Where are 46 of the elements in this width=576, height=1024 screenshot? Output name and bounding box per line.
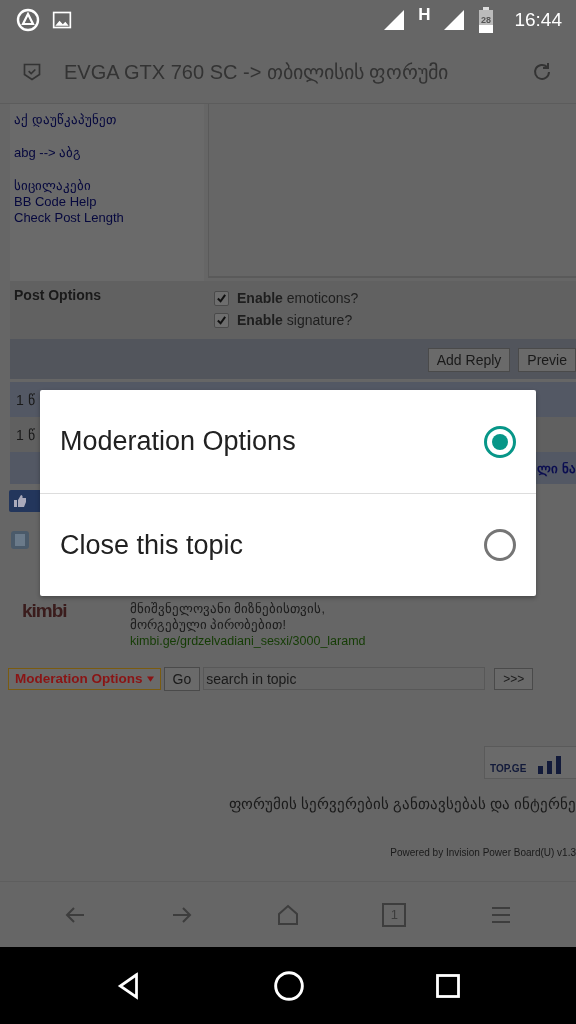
checkbox-label: Enable emoticons?: [237, 290, 359, 306]
powered-by-text: Powered by Invision Power Board(U) v1.3: [390, 847, 576, 858]
battery-level: 28: [481, 15, 492, 25]
home-icon[interactable]: [273, 969, 305, 1002]
calculator-icon: [10, 530, 30, 550]
row-text: ლი ნა: [537, 460, 576, 476]
ad-text: მნიშვნელოვანი მიზნებისთვის,: [130, 601, 326, 617]
app-icon: [16, 8, 40, 32]
network-type: H: [418, 5, 431, 25]
caret-icon: [146, 675, 154, 682]
thumbs-up-icon: [13, 494, 27, 508]
side-link[interactable]: BB Code Help: [14, 194, 200, 210]
checkbox[interactable]: [214, 312, 229, 328]
ad-text: მორგებული პირობებით!: [130, 617, 287, 633]
image-icon: [52, 10, 72, 30]
signal-icon: [382, 8, 407, 32]
options-label: Post Options: [13, 286, 103, 305]
side-link[interactable]: abg --> აბგ: [14, 145, 200, 161]
row-text: 1 წ: [16, 426, 35, 443]
next-button[interactable]: >>>: [494, 667, 534, 690]
form-button[interactable]: Add Reply: [427, 348, 511, 372]
clock: 16:44: [514, 9, 562, 31]
moderation-select[interactable]: Moderation Options: [8, 667, 161, 690]
side-link[interactable]: Check Post Length: [14, 210, 200, 226]
form-button[interactable]: Previe: [518, 348, 576, 372]
counter-badge[interactable]: TOP.GE: [484, 746, 576, 779]
radio-button[interactable]: [484, 529, 516, 561]
checkbox-label: Enable signature?: [237, 312, 353, 328]
option-label: Close this topic: [60, 529, 244, 561]
kimbi-logo: kimbi: [22, 601, 68, 621]
row-text: 1 წ: [16, 391, 35, 408]
search-field[interactable]: search in topic: [203, 667, 486, 690]
signal-icon: [442, 8, 467, 32]
radio-button[interactable]: [484, 425, 516, 458]
footer-text: ფორუმის სერვერების განთავსებას და ინტერნე: [228, 796, 576, 812]
side-link[interactable]: აქ დაუწკაპუნეთ: [14, 112, 200, 128]
ad-link[interactable]: kimbi.ge/grdzelvadiani_sesxi/3000_laramd: [130, 633, 366, 649]
option-label: Moderation Options: [60, 426, 296, 457]
dialog-option[interactable]: Moderation Options: [40, 390, 536, 493]
overview-icon[interactable]: [433, 971, 462, 1000]
dialog-option[interactable]: Close this topic: [40, 493, 536, 596]
side-link[interactable]: სიცილაკები: [14, 178, 200, 194]
shield-icon: [22, 61, 42, 82]
go-button[interactable]: Go: [163, 666, 201, 691]
checkbox[interactable]: [214, 290, 229, 306]
like-button[interactable]: [9, 490, 43, 512]
